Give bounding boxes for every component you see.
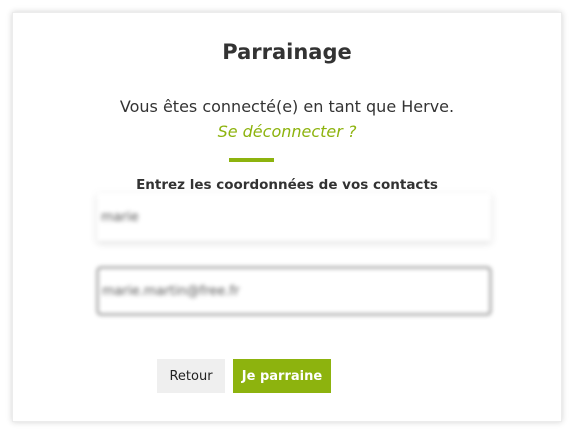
referral-card: Parrainage Vous êtes connecté(e) en tant… (12, 12, 562, 422)
logout-link[interactable]: Se déconnecter ? (13, 122, 561, 141)
contact-email-input[interactable] (97, 267, 491, 315)
connected-status: Vous êtes connecté(e) en tant que Herve. (119, 97, 455, 116)
back-button[interactable]: Retour (157, 359, 225, 393)
refer-button[interactable]: Je parraine (233, 359, 331, 393)
contact-name-input[interactable] (97, 193, 491, 241)
page-title: Parrainage (222, 40, 352, 64)
accent-divider (229, 158, 274, 162)
instructions-text: Entrez les coordonnées de vos contacts (136, 177, 438, 193)
